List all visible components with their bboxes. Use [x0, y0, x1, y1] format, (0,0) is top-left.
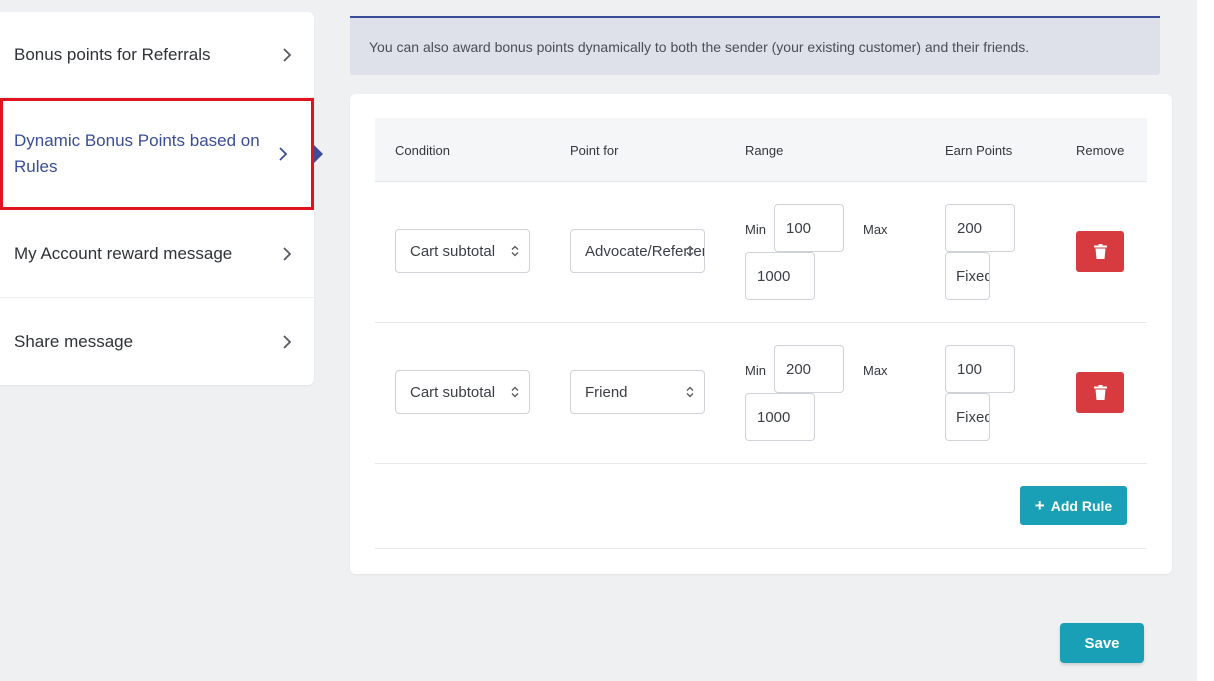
settings-sidebar: Bonus points for Referrals Dynamic Bonus… [0, 12, 314, 385]
range-min-value: 100 [786, 219, 812, 237]
chevron-right-icon [280, 47, 294, 62]
sidebar-item-bonus-points-referrals[interactable]: Bonus points for Referrals [0, 12, 314, 98]
save-button[interactable]: Save [1060, 623, 1144, 663]
select-arrows-icon [686, 245, 694, 257]
range-max-input[interactable]: 1000 [745, 393, 815, 441]
column-header-condition: Condition [395, 142, 450, 158]
point-for-select[interactable]: Advocate/Referrer [570, 229, 705, 273]
range-min-input[interactable]: 100 [774, 204, 844, 252]
info-banner: You can also award bonus points dynamica… [350, 16, 1160, 75]
condition-select[interactable]: Cart subtotal [395, 370, 530, 414]
earn-type-select[interactable]: Fixed [945, 252, 990, 300]
condition-select-value: Cart subtotal [410, 383, 496, 401]
max-label: Max [863, 363, 888, 378]
range-max-input[interactable]: 1000 [745, 252, 815, 300]
max-label: Max [863, 222, 888, 237]
add-rule-label: Add Rule [1050, 497, 1113, 514]
remove-rule-button[interactable] [1076, 372, 1124, 413]
sidebar-item-label: Dynamic Bonus Points based on Rules [14, 131, 260, 176]
table-row: Cart subtotal Advocate/Referrer Min 100 … [375, 182, 1147, 323]
rules-card: Condition Point for Range Earn Points Re… [350, 94, 1172, 574]
earn-points-value: 200 [957, 219, 983, 237]
chevron-right-icon [280, 334, 294, 349]
min-label: Min [745, 222, 766, 237]
column-header-point-for: Point for [570, 142, 619, 158]
sidebar-item-share-message[interactable]: Share message [0, 298, 314, 385]
plus-icon: + [1034, 496, 1045, 515]
select-arrows-icon [511, 386, 519, 398]
remove-rule-button[interactable] [1076, 231, 1124, 272]
sidebar-item-label: Share message [14, 331, 134, 351]
condition-select[interactable]: Cart subtotal [395, 229, 530, 273]
column-header-earn-points: Earn Points [945, 142, 1013, 158]
chevron-right-icon [276, 147, 290, 161]
earn-type-select[interactable]: Fixed [945, 393, 990, 441]
sidebar-item-label: Bonus points for Referrals [14, 44, 211, 64]
earn-type-value: Fixed [956, 408, 990, 426]
condition-select-value: Cart subtotal [410, 242, 496, 260]
point-for-select-value: Friend [585, 383, 628, 401]
column-header-range: Range [745, 142, 784, 158]
save-button-label: Save [1084, 634, 1120, 652]
earn-points-value: 100 [957, 360, 983, 378]
rules-table-header: Condition Point for Range Earn Points Re… [375, 118, 1147, 182]
earn-points-input[interactable]: 100 [945, 345, 1015, 393]
earn-type-value: Fixed [956, 267, 990, 285]
add-rule-row: + Add Rule [375, 464, 1147, 549]
min-label: Min [745, 363, 766, 378]
chevron-right-icon [280, 246, 294, 261]
range-min-value: 200 [786, 360, 812, 378]
right-edge-panel [1197, 0, 1214, 681]
trash-icon [1093, 244, 1107, 259]
table-row: Cart subtotal Friend Min 200 Max 1000 10… [375, 323, 1147, 464]
select-arrows-icon [511, 245, 519, 257]
earn-points-input[interactable]: 200 [945, 204, 1015, 252]
range-max-value: 1000 [757, 267, 791, 285]
point-for-select[interactable]: Friend [570, 370, 705, 414]
select-arrows-icon [686, 386, 694, 398]
info-banner-text: You can also award bonus points dynamica… [369, 38, 1030, 55]
range-min-input[interactable]: 200 [774, 345, 844, 393]
trash-icon [1093, 385, 1107, 400]
column-header-remove: Remove [1076, 142, 1125, 158]
active-item-pointer [314, 145, 323, 163]
sidebar-item-my-account-reward-message[interactable]: My Account reward message [0, 210, 314, 298]
sidebar-item-dynamic-bonus-points[interactable]: Dynamic Bonus Points based on Rules [0, 98, 314, 210]
range-max-value: 1000 [757, 408, 791, 426]
add-rule-button[interactable]: + Add Rule [1020, 486, 1127, 525]
sidebar-item-label: My Account reward message [14, 243, 233, 263]
